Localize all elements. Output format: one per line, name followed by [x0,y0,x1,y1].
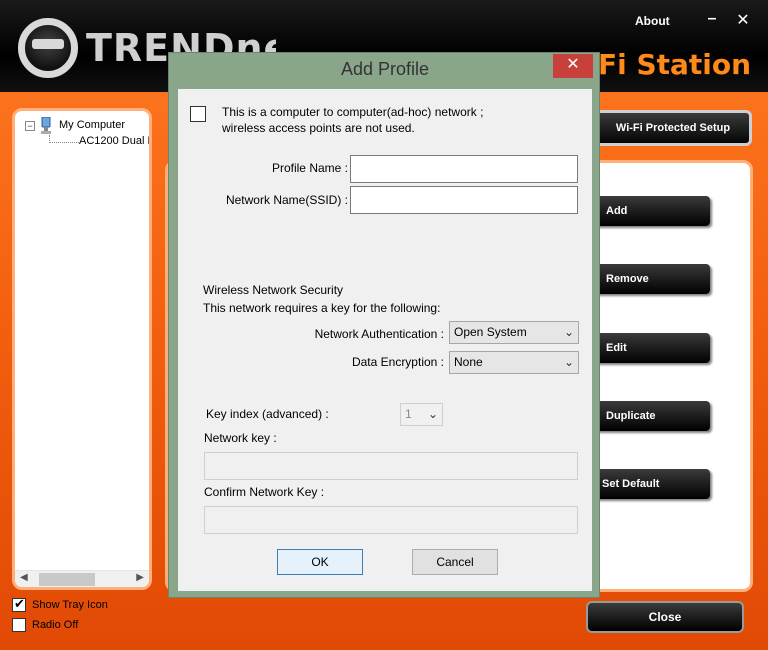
ssid-label: Network Name(SSID) : [225,193,348,207]
radio-off-checkbox[interactable] [12,618,26,632]
show-tray-icon-checkbox[interactable] [12,596,26,612]
edit-button[interactable]: Edit [594,333,710,363]
scroll-left-icon[interactable]: ◀ [20,572,28,583]
security-subheading: This network requires a key for the foll… [203,301,441,315]
dialog-title: Add Profile [340,59,430,79]
key-index-label: Key index (advanced) : [206,407,329,421]
chevron-down-icon: ⌄ [563,355,574,369]
chevron-down-icon: ⌄ [427,407,438,421]
tree-item-my-computer[interactable]: My Computer [59,119,125,131]
adapter-tree: − My Computer AC1200 Dual B ◀ ▶ [12,108,152,590]
encryption-label: Data Encryption : [351,355,444,369]
key-index-value: 1 [405,407,412,421]
close-button[interactable]: Close [586,601,744,633]
minimize-button[interactable]: – [704,10,720,28]
cancel-button[interactable]: Cancel [412,549,498,575]
ssid-input[interactable] [350,186,578,214]
radio-off-label: Radio Off [32,618,79,631]
ok-button[interactable]: OK [277,549,363,575]
auth-select-value: Open System [454,325,527,339]
adhoc-checkbox[interactable] [190,106,206,122]
auth-select[interactable]: Open System ⌄ [449,321,579,344]
horizontal-scrollbar[interactable]: ◀ ▶ [15,570,149,587]
key-index-select[interactable]: 1 ⌄ [400,403,443,426]
encryption-select-value: None [454,355,483,369]
profile-name-input[interactable] [350,155,578,183]
add-profile-dialog: Add Profile ✕ This is a computer to comp… [168,52,600,598]
confirm-key-input[interactable] [204,506,578,534]
add-button[interactable]: Add [594,196,710,226]
dialog-close-button[interactable]: ✕ [553,54,593,78]
security-heading: Wireless Network Security [203,283,344,297]
about-link[interactable]: About [635,14,670,28]
dialog-body: This is a computer to computer(ad-hoc) n… [178,89,592,591]
profile-name-label: Profile Name : [271,161,348,175]
tree-item-adapter[interactable]: AC1200 Dual B [79,135,149,147]
confirm-key-label: Confirm Network Key : [204,485,325,499]
duplicate-button[interactable]: Duplicate [594,401,710,431]
chevron-down-icon: ⌄ [563,325,574,339]
radio-off-option[interactable]: Radio Off [12,618,78,632]
show-tray-icon-label: Show Tray Icon [32,598,108,611]
set-default-button[interactable]: Set Default [594,469,710,499]
computer-icon [41,117,51,134]
app-title: Fi Station [598,48,752,81]
network-key-input[interactable] [204,452,578,480]
scroll-right-icon[interactable]: ▶ [136,572,144,583]
tree-collapse-icon[interactable]: − [25,121,35,131]
remove-button[interactable]: Remove [594,264,710,294]
adhoc-label-line2: wireless access points are not used. [222,121,415,135]
encryption-select[interactable]: None ⌄ [449,351,579,374]
tree-connector [49,135,79,143]
wps-button[interactable]: Wi-Fi Protected Setup [594,110,752,146]
scroll-thumb[interactable] [39,573,95,586]
network-key-label: Network key : [204,431,277,445]
adhoc-label-line1: This is a computer to computer(ad-hoc) n… [222,105,484,119]
logo-icon [18,18,78,78]
show-tray-icon-option[interactable]: Show Tray Icon [12,596,108,612]
window-close-button[interactable]: ✕ [734,10,752,29]
auth-label: Network Authentication : [314,327,444,341]
